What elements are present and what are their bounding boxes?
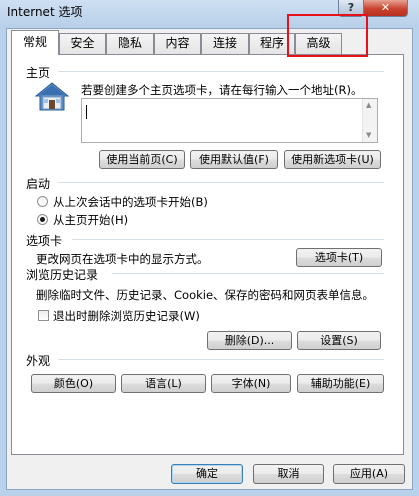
use-new-tab-button[interactable]: 使用新选项卡(U): [284, 150, 381, 169]
ok-button[interactable]: 确定: [171, 464, 243, 484]
delete-history-button[interactable]: 删除(D)...: [207, 331, 292, 350]
home-page-url-input[interactable]: ▲ ▼: [81, 98, 378, 143]
use-default-button[interactable]: 使用默认值(F): [190, 150, 278, 169]
home-section-title: 主页: [26, 66, 51, 80]
appearance-section-title: 外观: [26, 354, 51, 368]
window-title: Internet 选项: [7, 5, 83, 19]
radio-start-home-label: 从主页开始(H): [53, 213, 129, 227]
tab-security[interactable]: 安全: [59, 33, 106, 54]
radio-last-session-label: 从上次会话中的选项卡开始(B): [53, 195, 208, 209]
apply-button[interactable]: 应用(A): [333, 464, 405, 484]
use-current-button[interactable]: 使用当前页(C): [99, 150, 185, 169]
highlight-annotation-box: [287, 14, 368, 57]
colors-button[interactable]: 颜色(O): [31, 374, 116, 393]
tab-label: 连接: [212, 36, 237, 50]
close-button[interactable]: ✕: [363, 0, 408, 17]
delete-on-exit-label: 退出时删除浏览历史记录(W): [53, 309, 200, 323]
home-icon: [35, 82, 69, 111]
home-section-divider: [58, 71, 384, 72]
tab-content[interactable]: 内容: [154, 33, 201, 54]
fonts-button[interactable]: 字体(N): [211, 374, 291, 393]
history-section-divider: [112, 273, 384, 274]
scroll-down-icon[interactable]: ▼: [366, 131, 371, 139]
tab-general[interactable]: 常规: [11, 30, 59, 55]
languages-button[interactable]: 语言(L): [121, 374, 206, 393]
tabs-section-divider: [72, 239, 384, 240]
startup-section-title: 启动: [26, 177, 51, 191]
tab-label: 内容: [165, 36, 190, 50]
tabs-section-title: 选项卡: [26, 234, 63, 248]
tab-label: 安全: [70, 36, 95, 50]
cancel-button[interactable]: 取消: [253, 464, 324, 484]
startup-section-divider: [58, 182, 384, 183]
scroll-up-icon[interactable]: ▲: [366, 101, 371, 109]
radio-start-home[interactable]: [37, 214, 48, 225]
accessibility-button[interactable]: 辅助功能(E): [297, 374, 384, 393]
appearance-section-divider: [58, 359, 384, 360]
text-caret: [86, 105, 87, 119]
url-input-scrollbar[interactable]: ▲ ▼: [362, 99, 377, 142]
home-instruction: 若要创建多个主页选项卡，请在每行输入一个地址(R)。: [81, 83, 363, 97]
history-section-title: 浏览历史记录: [26, 268, 99, 282]
tabs-settings-button[interactable]: 选项卡(T): [296, 248, 382, 267]
close-icon: ✕: [380, 1, 391, 14]
tab-label: 常规: [22, 35, 47, 49]
tab-label: 隐私: [117, 36, 142, 50]
tab-privacy[interactable]: 隐私: [106, 33, 154, 54]
delete-on-exit-checkbox[interactable]: [38, 310, 49, 321]
tab-label: 程序: [259, 36, 284, 50]
tab-connections[interactable]: 连接: [201, 33, 249, 54]
help-icon: ?: [347, 1, 355, 14]
history-settings-button[interactable]: 设置(S): [297, 331, 381, 350]
tabs-description: 更改网页在选项卡中的显示方式。: [36, 252, 209, 266]
radio-last-session[interactable]: [37, 196, 48, 207]
history-description: 删除临时文件、历史记录、Cookie、保存的密码和网页表单信息。: [36, 288, 375, 302]
